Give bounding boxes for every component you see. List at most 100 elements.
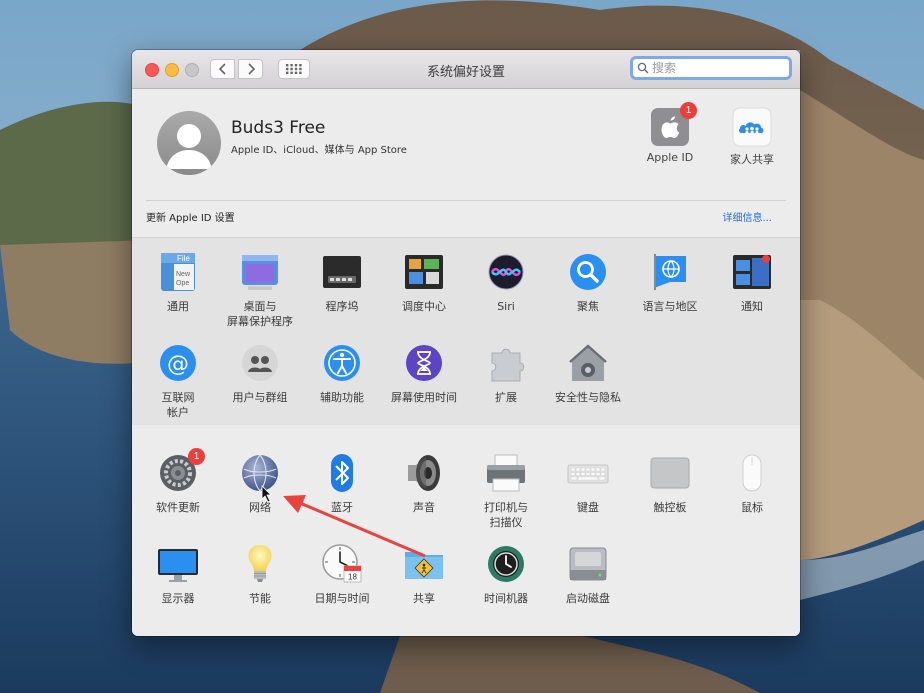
pane-time-machine[interactable]: 时间机器 <box>465 542 547 606</box>
family-sharing-label: 家人共享 <box>730 153 774 166</box>
apple-id-pane[interactable]: 1 Apple ID <box>630 102 710 164</box>
family-sharing-icon <box>732 107 772 147</box>
pane-users-groups[interactable]: 用户与群组 <box>219 341 301 405</box>
general-icon: File New Ope <box>161 253 195 291</box>
update-apple-id-label: 更新 Apple ID 设置 <box>146 213 235 224</box>
pane-label: 显示器 <box>161 592 195 605</box>
hard-disk-icon <box>569 547 607 581</box>
pane-label: 节能 <box>249 592 271 605</box>
siri-icon <box>488 254 524 290</box>
pane-energy-saver[interactable]: 节能 <box>219 542 301 606</box>
search-input[interactable] <box>649 61 782 75</box>
pane-sharing[interactable]: 共享 <box>383 542 465 606</box>
pane-security-privacy[interactable]: 安全性与隐私 <box>547 341 629 405</box>
pane-label: 鼠标 <box>741 501 763 514</box>
pane-label: 调度中心 <box>402 300 446 313</box>
pane-dock[interactable]: 程序坞 <box>301 250 383 314</box>
pane-label: 触控板 <box>653 501 687 514</box>
pane-label: Siri <box>497 300 515 313</box>
pane-bluetooth[interactable]: 蓝牙 <box>301 451 383 515</box>
svg-text:@: @ <box>167 352 189 377</box>
pane-label: 日期与时间 <box>314 592 370 605</box>
dock-icon <box>323 256 361 288</box>
divider <box>146 200 786 201</box>
pane-label: 通知 <box>741 300 763 313</box>
pane-label: 桌面与 屏幕保护程序 <box>227 300 293 328</box>
pane-label: 启动磁盘 <box>566 592 610 605</box>
pane-software-update[interactable]: 1 软件更新 <box>137 448 219 515</box>
users-icon <box>242 345 278 381</box>
pane-general[interactable]: File New Ope 通用 <box>137 250 219 314</box>
pane-trackpad[interactable]: 触控板 <box>629 451 711 515</box>
pane-notifications[interactable]: 通知 <box>711 250 793 314</box>
pane-label: 扩展 <box>495 391 517 404</box>
system-preferences-window: 系统偏好设置 Buds3 Free Apple ID、iCloud、媒体与 Ap… <box>132 50 800 636</box>
details-link[interactable]: 详细信息... <box>722 209 772 224</box>
extensions-icon <box>491 348 525 382</box>
lightbulb-icon <box>248 545 272 582</box>
pane-printers-scanners[interactable]: 打印机与 扫描仪 <box>465 451 547 530</box>
title-bar: 系统偏好设置 <box>132 50 800 89</box>
pane-label: 用户与群组 <box>232 391 288 404</box>
svg-text:18: 18 <box>348 573 357 582</box>
printer-icon <box>487 454 525 492</box>
spotlight-icon <box>570 254 606 290</box>
pane-displays[interactable]: 显示器 <box>137 542 219 606</box>
sharing-folder-icon <box>405 552 443 579</box>
pane-label: 语言与地区 <box>642 300 698 313</box>
hardware-panes-section: 1 软件更新 网络 蓝牙 声音 打印机与 扫描仪 键盘 触控板 鼠标 显示器 节… <box>132 425 800 636</box>
time-machine-icon <box>488 546 524 582</box>
pane-mission-control[interactable]: 调度中心 <box>383 250 465 314</box>
user-name: Buds3 Free <box>231 118 326 138</box>
accessibility-icon <box>324 345 360 381</box>
search-icon <box>637 62 649 74</box>
pane-label: 通用 <box>167 300 189 313</box>
desktop-icon <box>242 255 278 290</box>
svg-text:New: New <box>176 271 191 278</box>
pane-language-region[interactable]: 语言与地区 <box>629 250 711 314</box>
screen-time-icon <box>406 345 442 381</box>
display-icon <box>158 549 198 582</box>
user-silhouette-icon <box>166 124 212 169</box>
pane-label: 程序坞 <box>325 300 359 313</box>
family-sharing-pane[interactable]: 家人共享 <box>712 107 792 167</box>
pane-startup-disk[interactable]: 启动磁盘 <box>547 542 629 606</box>
notifications-icon <box>733 255 771 289</box>
keyboard-icon <box>567 464 609 484</box>
pane-extensions[interactable]: 扩展 <box>465 341 547 405</box>
pane-internet-accounts[interactable]: @ 互联网 帐户 <box>137 341 219 420</box>
pane-network[interactable]: 网络 <box>219 451 301 515</box>
speaker-icon <box>408 455 440 491</box>
pane-label: 键盘 <box>577 501 599 514</box>
pane-label: 辅助功能 <box>320 391 364 404</box>
pane-siri[interactable]: Siri <box>465 250 547 314</box>
pane-label: 软件更新 <box>156 501 200 514</box>
pane-label: 蓝牙 <box>331 501 353 514</box>
pane-sound[interactable]: 声音 <box>383 451 465 515</box>
search-field[interactable] <box>630 56 792 80</box>
mission-control-icon <box>405 255 443 289</box>
pane-accessibility[interactable]: 辅助功能 <box>301 341 383 405</box>
security-icon <box>569 344 607 381</box>
trackpad-icon <box>650 457 690 489</box>
pane-spotlight[interactable]: 聚焦 <box>547 250 629 314</box>
apple-id-label: Apple ID <box>646 151 694 164</box>
pane-label: 互联网 帐户 <box>161 391 195 419</box>
svg-text:Ope: Ope <box>176 280 189 287</box>
mouse-icon <box>742 454 762 492</box>
pane-screen-time[interactable]: 屏幕使用时间 <box>383 341 465 405</box>
account-section: Buds3 Free Apple ID、iCloud、媒体与 App Store… <box>132 89 800 237</box>
clock-icon: 18 <box>322 544 362 583</box>
personal-panes-section: File New Ope 通用 桌面与 屏幕保护程序 程序坞 调度中心 Siri… <box>132 237 800 426</box>
avatar[interactable] <box>157 111 221 175</box>
pane-label: 屏幕使用时间 <box>391 391 457 404</box>
pane-date-time[interactable]: 18 日期与时间 <box>301 542 383 606</box>
pane-keyboard[interactable]: 键盘 <box>547 451 629 515</box>
pane-desktop-screensaver[interactable]: 桌面与 屏幕保护程序 <box>219 250 301 329</box>
account-subtitle: Apple ID、iCloud、媒体与 App Store <box>231 145 407 156</box>
notification-badge: 1 <box>188 448 205 465</box>
pane-label: 共享 <box>413 592 435 605</box>
pane-mouse[interactable]: 鼠标 <box>711 451 793 515</box>
pane-label: 打印机与 扫描仪 <box>484 501 528 529</box>
svg-text:File: File <box>177 254 190 263</box>
